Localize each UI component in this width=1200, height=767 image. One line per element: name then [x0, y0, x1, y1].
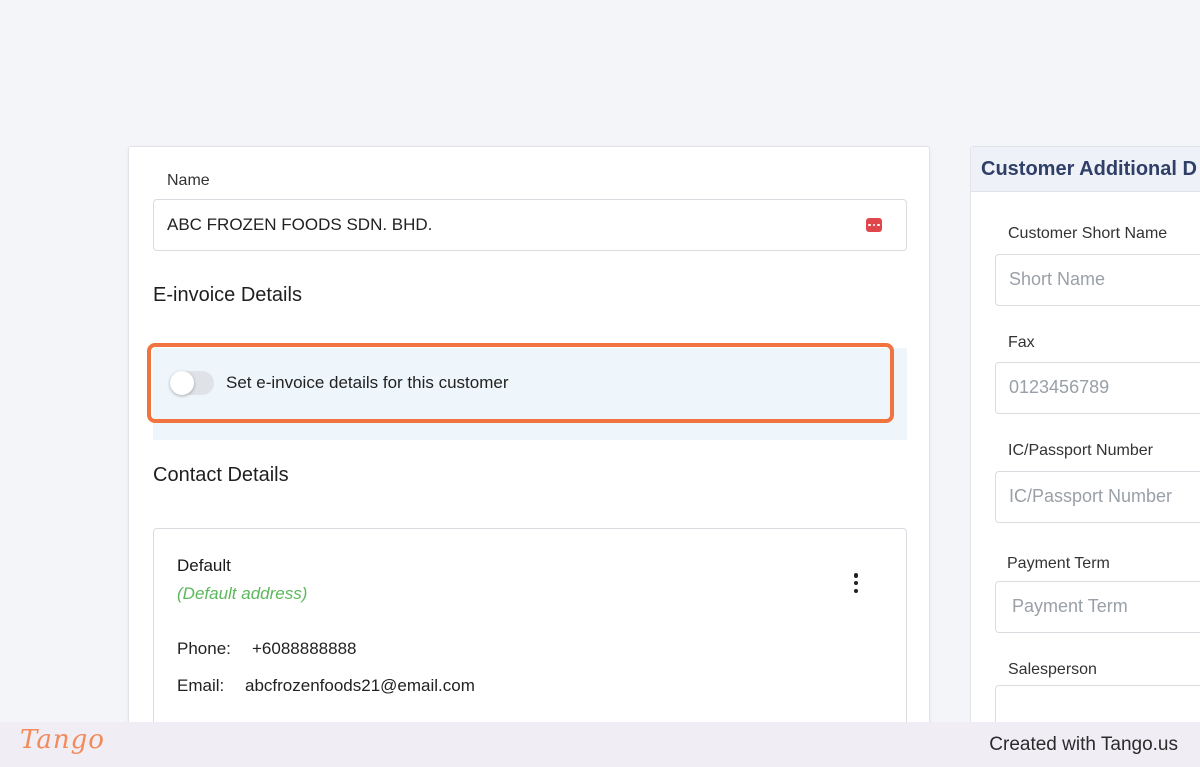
salesperson-input[interactable]: [995, 685, 1200, 722]
fax-label: Fax: [1008, 334, 1035, 351]
address-name: Default: [177, 556, 231, 575]
short-name-label: Customer Short Name: [1008, 225, 1168, 242]
einvoice-section-title: E-invoice Details: [153, 284, 302, 306]
default-address-tag: (Default address): [177, 584, 308, 603]
name-input[interactable]: ABC FROZEN FOODS SDN. BHD.: [153, 199, 907, 251]
name-input-value: ABC FROZEN FOODS SDN. BHD.: [167, 215, 433, 234]
more-options-icon[interactable]: [850, 571, 862, 595]
contact-section-title: Contact Details: [153, 464, 289, 486]
footer-credit: Created with Tango.us: [989, 734, 1178, 755]
email-label: Email:: [177, 676, 225, 695]
payment-term-label: Payment Term: [1007, 555, 1110, 572]
phone-row: Phone: +6088888888: [177, 639, 356, 659]
address-card: Default (Default address) Phone: +6088888…: [153, 528, 907, 722]
payment-term-input[interactable]: Payment Term: [995, 581, 1200, 633]
tango-logo: Tango: [20, 725, 105, 755]
short-name-input[interactable]: Short Name: [995, 254, 1200, 306]
app-canvas: Name ABC FROZEN FOODS SDN. BHD. E-invoic…: [0, 0, 1200, 722]
email-row: Email: abcfrozenfoods21@email.com: [177, 676, 475, 696]
ic-passport-input[interactable]: IC/Passport Number: [995, 471, 1200, 523]
einvoice-toggle[interactable]: [170, 371, 214, 395]
name-label: Name: [167, 172, 210, 189]
salesperson-label: Salesperson: [1008, 661, 1097, 678]
einvoice-toggle-label[interactable]: Set e-invoice details for this customer: [226, 373, 509, 393]
einvoice-toggle-row[interactable]: Set e-invoice details for this customer: [147, 343, 894, 423]
password-manager-icon[interactable]: [866, 218, 882, 232]
phone-label: Phone:: [177, 639, 231, 658]
fax-input[interactable]: 0123456789: [995, 362, 1200, 414]
customer-additional-card: Customer Additional D Customer Short Nam…: [970, 146, 1200, 722]
email-value: abcfrozenfoods21@email.com: [245, 676, 475, 695]
tango-footer: Tango Created with Tango.us: [0, 722, 1200, 767]
customer-form-card: Name ABC FROZEN FOODS SDN. BHD. E-invoic…: [128, 146, 930, 722]
additional-header: Customer Additional D: [971, 147, 1200, 192]
ic-passport-label: IC/Passport Number: [1008, 442, 1153, 459]
phone-value: +6088888888: [252, 639, 357, 658]
toggle-knob: [170, 371, 194, 395]
